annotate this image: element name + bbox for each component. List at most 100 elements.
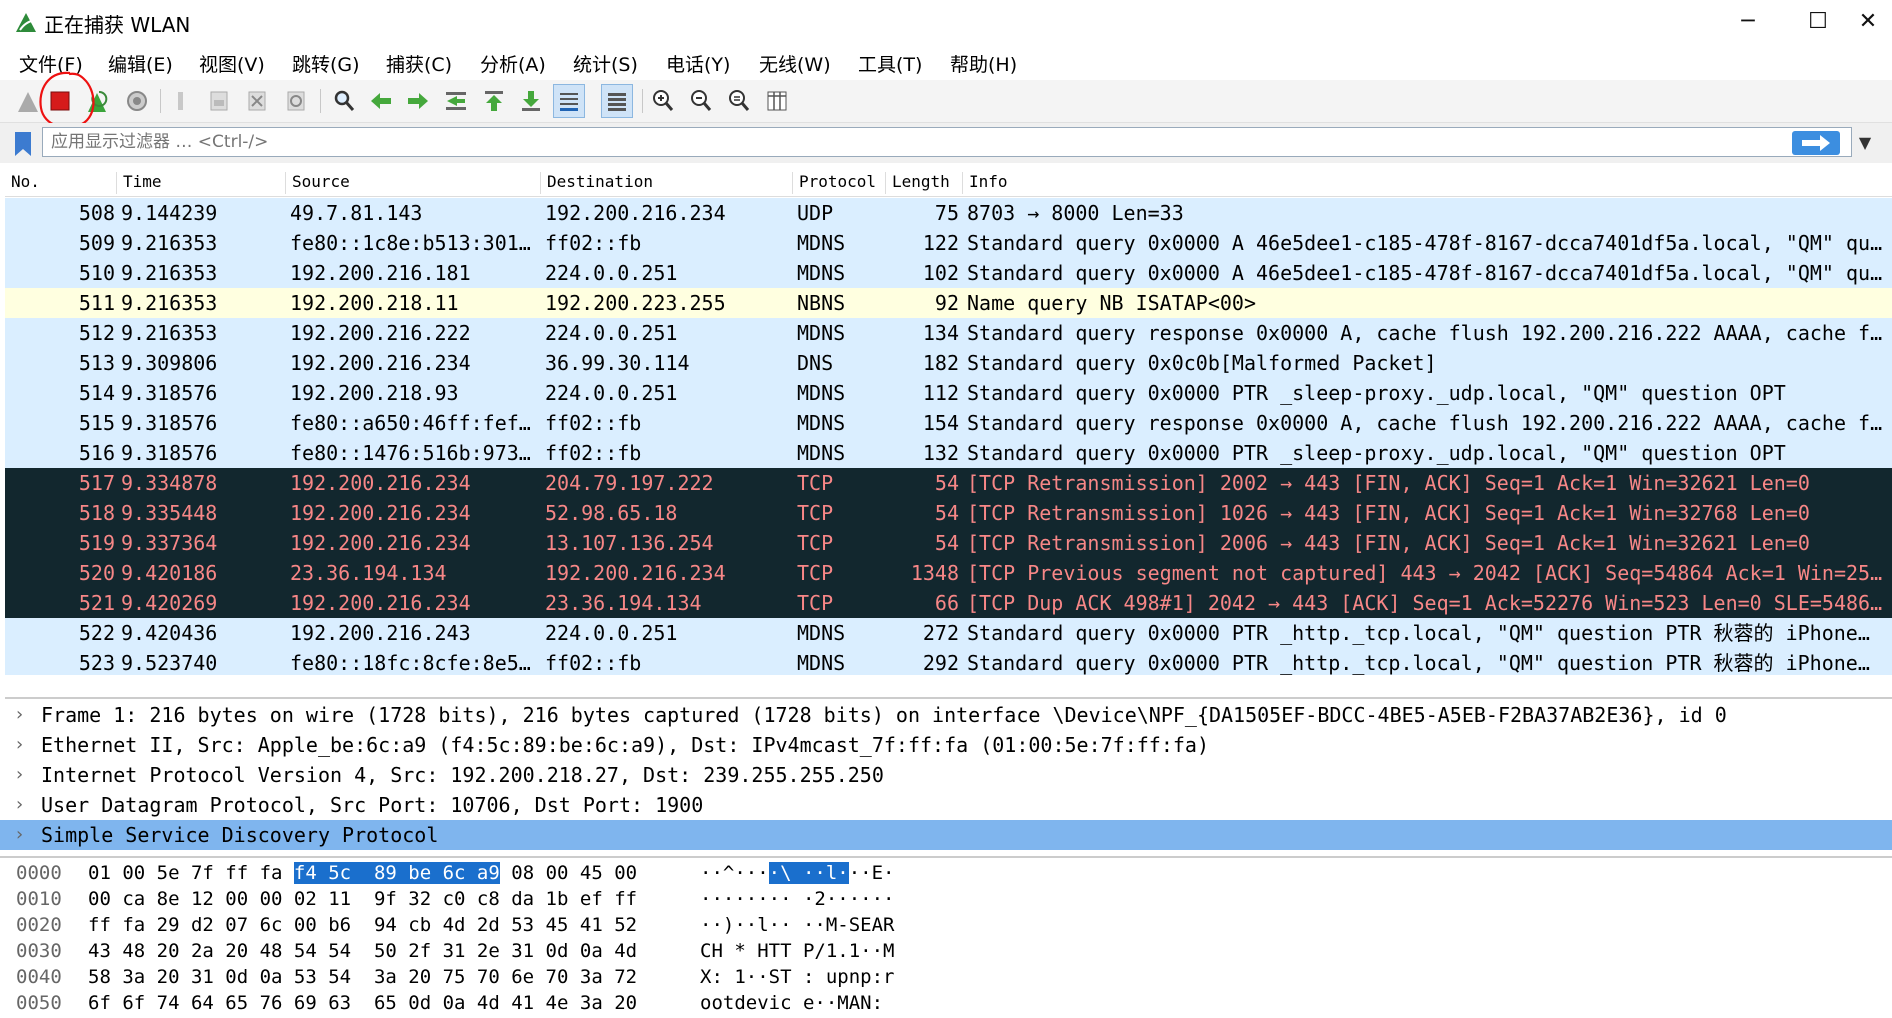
find-packet-icon[interactable] — [329, 86, 359, 116]
packet-no: 510 — [78, 261, 115, 285]
detail-row-ethernet[interactable]: › Ethernet II, Src: Apple_be:6c:a9 (f4:5… — [0, 730, 1892, 760]
resize-columns-icon[interactable] — [762, 86, 792, 116]
hex-bytes[interactable]: 58 3a 20 31 0d 0a 53 54 3a 20 75 70 6e 7… — [88, 964, 637, 990]
packet-destination: 224.0.0.251 — [545, 321, 678, 345]
hex-bytes[interactable]: 00 ca 8e 12 00 00 02 11 9f 32 c0 c8 da 1… — [88, 886, 637, 912]
menu-bar: 文件(F) 编辑(E) 视图(V) 跳转(G) 捕获(C) 分析(A) 统计(S… — [0, 44, 1892, 80]
maximize-button[interactable]: ☐ — [1790, 4, 1846, 40]
packet-row[interactable]: 515 9.318576 fe80::a650:46ff:fef… ff02::fb M… — [5, 408, 1892, 438]
filter-history-dropdown[interactable]: ▼ — [1850, 130, 1880, 156]
hex-ascii-pre: ··)··l·· ··M-SEAR — [700, 914, 895, 936]
hex-bytes-pre: 6f 6f 74 64 65 76 69 63 65 0d 0a 4d 41 4… — [88, 992, 638, 1014]
save-file-icon[interactable] — [204, 86, 234, 116]
column-header-source[interactable]: Source — [285, 172, 350, 194]
hex-ascii[interactable]: ··)··l·· ··M-SEAR — [700, 912, 894, 938]
packet-row[interactable]: 516 9.318576 fe80::1476:516b:973… ff02::fb M… — [5, 438, 1892, 468]
menu-edit[interactable]: 编辑(E) — [108, 50, 173, 77]
menu-capture[interactable]: 捕获(C) — [386, 50, 452, 77]
autoscroll-icon[interactable] — [553, 84, 585, 118]
go-forward-icon[interactable] — [403, 86, 433, 116]
packet-destination: 224.0.0.251 — [545, 381, 678, 405]
packet-row[interactable]: 519 9.337364 192.200.216.234 13.107.136.254… — [5, 528, 1892, 558]
start-capture-icon[interactable] — [14, 86, 44, 116]
column-header-info[interactable]: Info — [962, 172, 1008, 194]
packet-row[interactable]: 509 9.216353 fe80::1c8e:b513:301… ff02::fb M… — [5, 228, 1892, 258]
packet-info: Standard query 0x0c0b[Malformed Packet] — [967, 351, 1437, 375]
menu-tools[interactable]: 工具(T) — [858, 50, 922, 77]
detail-row-ssdp[interactable]: › Simple Service Discovery Protocol — [0, 820, 1892, 850]
packet-row[interactable]: 512 9.216353 192.200.216.222 224.0.0.251 MDN… — [5, 318, 1892, 348]
hex-bytes-pre: 01 00 5e 7f ff fa — [88, 862, 294, 884]
packet-no: 509 — [78, 231, 115, 255]
display-filter-input[interactable] — [42, 127, 1852, 157]
menu-statistics[interactable]: 统计(S) — [573, 50, 638, 77]
packet-time: 9.318576 — [121, 411, 218, 435]
menu-go[interactable]: 跳转(G) — [292, 50, 360, 77]
menu-view[interactable]: 视图(V) — [199, 50, 265, 77]
column-header-protocol[interactable]: Protocol — [792, 172, 876, 194]
normal-size-icon[interactable] — [724, 86, 754, 116]
packet-row[interactable]: 517 9.334878 192.200.216.234 204.79.197.222… — [5, 468, 1892, 498]
packet-row[interactable]: 508 9.144239 49.7.81.143 192.200.216.234 UDP… — [5, 198, 1892, 228]
packet-row[interactable]: 521 9.420269 192.200.216.234 23.36.194.134 T… — [5, 588, 1892, 618]
go-last-packet-icon[interactable] — [516, 86, 546, 116]
packet-source: 192.200.216.234 — [290, 501, 471, 525]
packet-row[interactable]: 513 9.309806 192.200.216.234 36.99.30.114 DN… — [5, 348, 1892, 378]
column-header-time[interactable]: Time — [116, 172, 162, 194]
packet-time: 9.334878 — [121, 471, 218, 495]
zoom-out-icon[interactable] — [686, 86, 716, 116]
packet-row[interactable]: 522 9.420436 192.200.216.243 224.0.0.251 MDN… — [5, 618, 1892, 648]
reload-file-icon[interactable] — [281, 86, 311, 116]
expand-chevron-icon[interactable]: › — [14, 700, 25, 730]
stop-capture-icon[interactable] — [45, 86, 75, 116]
apply-filter-button[interactable] — [1792, 131, 1840, 155]
zoom-in-icon[interactable] — [648, 86, 678, 116]
detail-row-ipv4[interactable]: › Internet Protocol Version 4, Src: 192.… — [0, 760, 1892, 790]
restart-capture-icon[interactable] — [83, 86, 113, 116]
column-header-destination[interactable]: Destination — [540, 172, 653, 194]
column-header-length[interactable]: Length — [885, 172, 950, 194]
hex-bytes[interactable]: 01 00 5e 7f ff fa f4 5c 89 be 6c a9 08 0… — [88, 860, 637, 886]
hex-bytes[interactable]: 6f 6f 74 64 65 76 69 63 65 0d 0a 4d 41 4… — [88, 990, 637, 1016]
column-header-no[interactable]: No. — [5, 172, 40, 194]
packet-source: 192.200.216.234 — [290, 531, 471, 555]
menu-telephony[interactable]: 电话(Y) — [666, 50, 730, 77]
packet-row[interactable]: 518 9.335448 192.200.216.234 52.98.65.18 TCP… — [5, 498, 1892, 528]
detail-row-udp[interactable]: › User Datagram Protocol, Src Port: 1070… — [0, 790, 1892, 820]
packet-row[interactable]: 520 9.420186 23.36.194.134 192.200.216.234 T… — [5, 558, 1892, 588]
menu-help[interactable]: 帮助(H) — [950, 50, 1017, 77]
menu-file[interactable]: 文件(F) — [19, 50, 83, 77]
packet-row[interactable]: 511 9.216353 192.200.218.11 192.200.223.255… — [5, 288, 1892, 318]
expand-chevron-icon[interactable]: › — [14, 790, 25, 820]
hex-ascii[interactable]: ········ ·2······ — [700, 886, 894, 912]
go-to-packet-icon[interactable] — [441, 86, 471, 116]
detail-row-frame[interactable]: › Frame 1: 216 bytes on wire (1728 bits)… — [0, 700, 1892, 730]
close-button[interactable]: ✕ — [1840, 4, 1892, 40]
hex-bytes[interactable]: ff fa 29 d2 07 6c 00 b6 94 cb 4d 2d 53 4… — [88, 912, 637, 938]
hex-ascii[interactable]: CH * HTT P/1.1··M — [700, 938, 894, 964]
go-first-packet-icon[interactable] — [479, 86, 509, 116]
hex-bytes[interactable]: 43 48 20 2a 20 48 54 54 50 2f 31 2e 31 0… — [88, 938, 637, 964]
go-back-icon[interactable] — [366, 86, 396, 116]
capture-options-icon[interactable] — [122, 86, 152, 116]
hex-ascii[interactable]: X: 1··ST : upnp:r — [700, 964, 894, 990]
hex-ascii[interactable]: ··^····\ ··l···E· — [700, 860, 894, 886]
bookmark-icon[interactable] — [10, 130, 36, 158]
close-file-icon[interactable] — [242, 86, 272, 116]
hex-offset: 0020 — [16, 914, 62, 936]
hex-ascii[interactable]: ootdevic e··MAN: — [700, 990, 894, 1016]
packet-row[interactable]: 510 9.216353 192.200.216.181 224.0.0.251 MDN… — [5, 258, 1892, 288]
open-file-icon[interactable] — [166, 86, 196, 116]
expand-chevron-icon[interactable]: › — [14, 820, 25, 850]
packet-row[interactable]: 514 9.318576 192.200.218.93 224.0.0.251 MDNS… — [5, 378, 1892, 408]
packet-destination: 224.0.0.251 — [545, 261, 678, 285]
expand-chevron-icon[interactable]: › — [14, 760, 25, 790]
packet-destination: 23.36.194.134 — [545, 591, 702, 615]
expand-chevron-icon[interactable]: › — [14, 730, 25, 760]
colorize-icon[interactable] — [601, 84, 633, 118]
menu-analyze[interactable]: 分析(A) — [480, 50, 546, 77]
menu-wireless[interactable]: 无线(W) — [759, 50, 831, 77]
packet-row[interactable]: 523 9.523740 fe80::18fc:8cfe:8e5… ff02::fb M… — [5, 648, 1892, 678]
arrow-right-icon — [1802, 135, 1830, 151]
minimize-button[interactable]: ─ — [1720, 4, 1776, 40]
